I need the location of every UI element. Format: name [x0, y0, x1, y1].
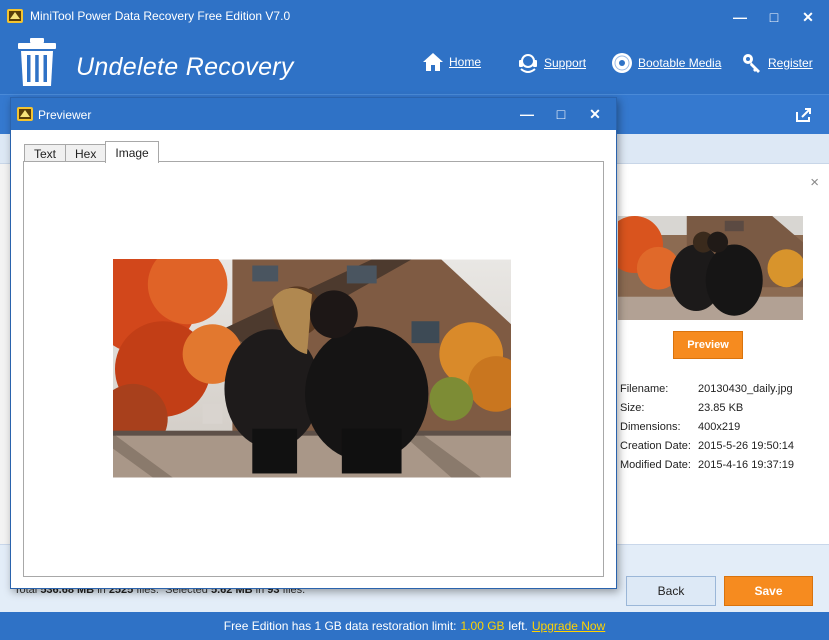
previewer-maximize-button[interactable]: □ — [544, 103, 578, 125]
file-details-panel: × Preview Filename: 20130430_daily.jpg S… — [615, 164, 829, 544]
nav-support[interactable]: Support — [517, 52, 586, 74]
nav-bootable-media-label: Bootable Media — [638, 56, 722, 70]
app-header: Undelete Recovery Home Support Bootable … — [0, 32, 829, 94]
key-icon — [743, 54, 760, 73]
status-suffix: left. — [508, 619, 528, 633]
nav-home-label: Home — [449, 55, 482, 69]
back-button[interactable]: Back — [626, 576, 716, 606]
previewer-close-button[interactable]: ✕ — [578, 103, 612, 125]
file-properties: Filename: 20130430_daily.jpg Size: 23.85 K… — [620, 379, 794, 474]
preview-button[interactable]: Preview — [673, 331, 743, 359]
nav-home[interactable]: Home — [422, 52, 481, 72]
remaining-quota: 1.00 GB — [460, 619, 505, 633]
maximize-button[interactable]: □ — [759, 6, 789, 28]
previewer-dialog: Previewer — □ ✕ Text Hex Image — [10, 97, 617, 589]
minimize-button[interactable]: — — [725, 6, 755, 28]
app-logo-icon — [7, 9, 23, 23]
page-title: Undelete Recovery — [76, 53, 294, 81]
tab-image[interactable]: Image — [105, 141, 159, 163]
close-button[interactable]: ✕ — [793, 6, 823, 28]
property-row: Creation Date: 2015-5-26 19:50:14 — [620, 439, 795, 452]
nav-support-label: Support — [544, 56, 587, 70]
image-preview-pane — [23, 161, 604, 577]
preview-image — [113, 259, 511, 478]
property-row: Dimensions: 400x219 — [620, 420, 741, 433]
property-row: Size: 23.85 KB — [620, 401, 744, 414]
export-icon[interactable] — [795, 107, 813, 123]
title-bar: MiniTool Power Data Recovery Free Editio… — [0, 0, 829, 32]
disc-icon — [612, 53, 632, 73]
status-text: Free Edition has 1 GB data restoration l… — [223, 619, 457, 633]
previewer-title-bar[interactable]: Previewer — □ ✕ — [11, 98, 616, 130]
nav-register[interactable]: Register — [741, 52, 813, 74]
app-logo-icon — [17, 107, 33, 121]
headset-icon — [519, 54, 537, 73]
nav-register-label: Register — [768, 56, 813, 70]
status-bar: Free Edition has 1 GB data restoration l… — [0, 612, 829, 640]
trash-can-icon — [18, 38, 56, 86]
property-row: Modified Date: 2015-4-16 19:37:19 — [620, 458, 795, 471]
thumbnail-image — [618, 216, 803, 320]
save-button[interactable]: Save — [724, 576, 813, 606]
previewer-title: Previewer — [38, 108, 92, 122]
upgrade-now-link[interactable]: Upgrade Now — [532, 619, 605, 633]
close-icon[interactable]: × — [810, 174, 819, 191]
house-icon — [423, 53, 443, 71]
nav-bootable-media[interactable]: Bootable Media — [611, 52, 721, 74]
previewer-minimize-button[interactable]: — — [510, 103, 544, 125]
window-title: MiniTool Power Data Recovery Free Editio… — [30, 9, 291, 23]
preview-tabs: Text Hex Image — [24, 141, 159, 163]
property-row: Filename: 20130430_daily.jpg — [620, 382, 793, 395]
